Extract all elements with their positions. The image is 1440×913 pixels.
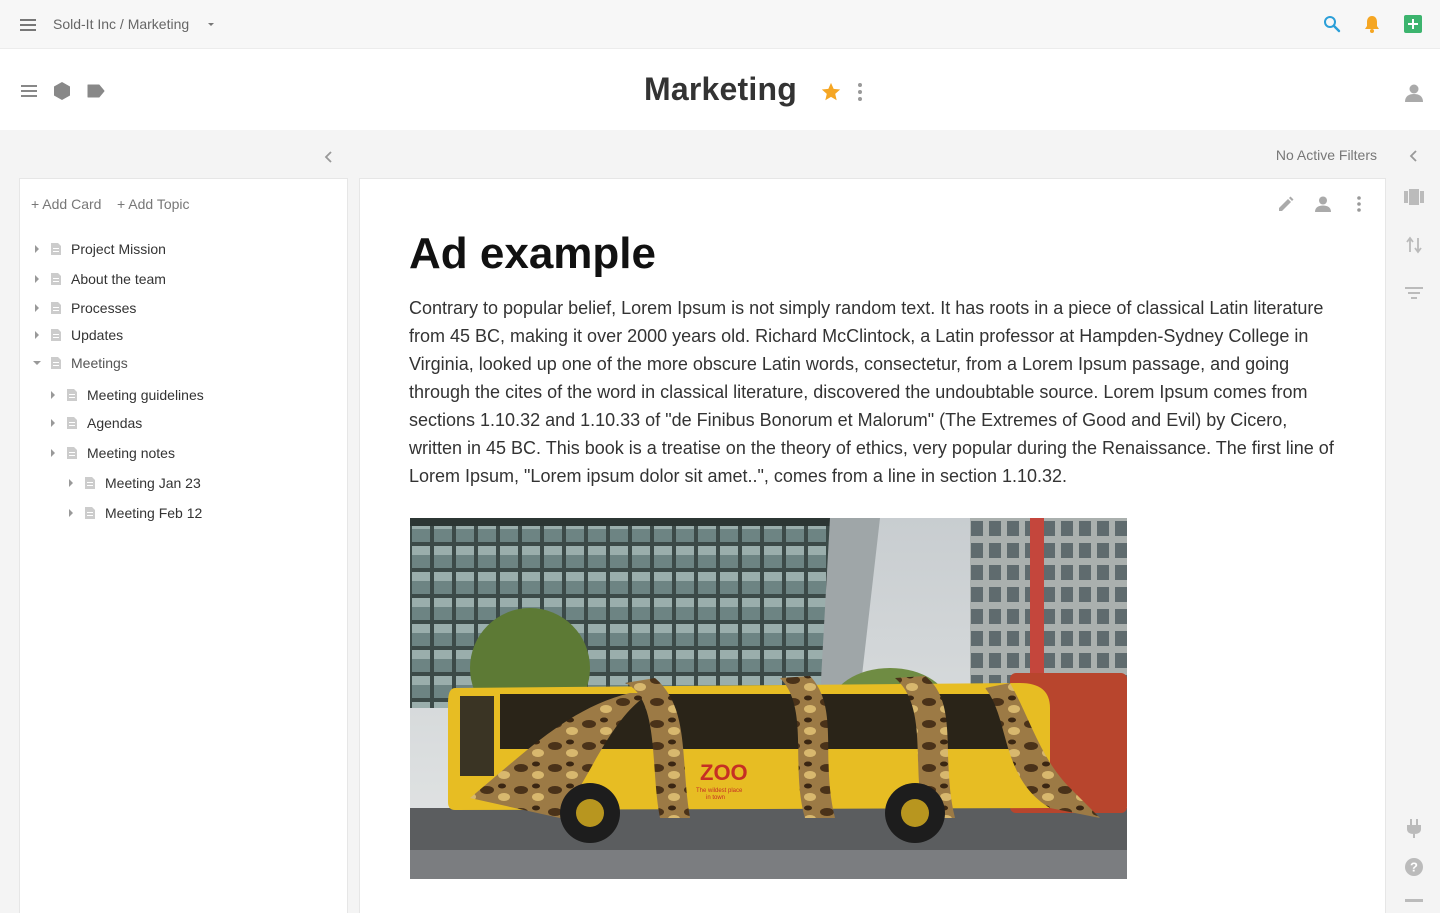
bell-icon[interactable] bbox=[1362, 14, 1382, 34]
tree-item-label: Meeting notes bbox=[87, 445, 175, 461]
collapse-arrow-icon[interactable] bbox=[32, 358, 42, 368]
tree-item-agendas[interactable]: Agendas bbox=[48, 411, 142, 435]
ad-image: ZOO The wildest place in town bbox=[410, 518, 1127, 879]
expand-arrow-icon[interactable] bbox=[32, 244, 42, 254]
top-bar: Sold-It Inc / Marketing bbox=[0, 0, 1440, 49]
filters-status[interactable]: No Active Filters bbox=[1210, 147, 1377, 163]
edit-icon[interactable] bbox=[1276, 194, 1296, 214]
title-bar: Marketing bbox=[0, 49, 1440, 130]
page-title: Marketing bbox=[644, 71, 797, 107]
tree-item-label: Agendas bbox=[87, 415, 143, 431]
chevron-left-icon[interactable] bbox=[1405, 147, 1423, 165]
document-icon bbox=[51, 357, 61, 369]
list-icon[interactable] bbox=[19, 81, 39, 101]
tree-item-label: Meeting guidelines bbox=[87, 387, 204, 403]
document-icon bbox=[51, 302, 61, 314]
breadcrumb[interactable]: Sold-It Inc / Marketing bbox=[53, 16, 189, 32]
view-carousel-icon[interactable] bbox=[1403, 186, 1425, 208]
plug-icon[interactable] bbox=[1403, 817, 1425, 839]
expand-arrow-icon[interactable] bbox=[32, 303, 42, 313]
document-icon bbox=[51, 243, 61, 255]
collapse-sidebar-icon[interactable] bbox=[320, 148, 338, 166]
topic-sidebar: + Add Card + Add Topic Project Mission A… bbox=[19, 178, 348, 913]
tree-item-meeting-notes[interactable]: Meeting notes bbox=[48, 441, 175, 465]
tree-item-label: Meeting Feb 12 bbox=[105, 505, 203, 521]
assign-user-icon[interactable] bbox=[1313, 194, 1333, 214]
more-vert-icon[interactable] bbox=[1349, 194, 1369, 214]
tree-item-label: Updates bbox=[71, 327, 124, 343]
tree-item-about-the-team[interactable]: About the team bbox=[32, 267, 166, 291]
card-content: Ad example Contrary to popular belief, L… bbox=[359, 178, 1386, 913]
expand-arrow-icon[interactable] bbox=[48, 390, 58, 400]
tree-item-label: About the team bbox=[71, 271, 166, 287]
document-icon bbox=[85, 507, 95, 519]
tree-item-meeting-feb-12[interactable]: Meeting Feb 12 bbox=[66, 501, 202, 525]
bus-ad-illustration: ZOO The wildest place in town bbox=[410, 518, 1127, 879]
expand-arrow-icon[interactable] bbox=[66, 508, 76, 518]
help-icon[interactable]: ? bbox=[1403, 856, 1425, 878]
document-icon bbox=[67, 447, 77, 459]
document-icon bbox=[85, 477, 95, 489]
document-icon bbox=[67, 417, 77, 429]
menu-icon[interactable] bbox=[18, 15, 38, 35]
tree-item-label: Meeting Jan 23 bbox=[105, 475, 201, 491]
add-topic-button[interactable]: + Add Topic bbox=[117, 196, 190, 212]
tree-item-meeting-guidelines[interactable]: Meeting guidelines bbox=[48, 383, 204, 407]
svg-text:?: ? bbox=[1410, 860, 1418, 875]
minus-icon[interactable] bbox=[1403, 890, 1425, 912]
sort-icon[interactable] bbox=[1403, 234, 1425, 256]
expand-arrow-icon[interactable] bbox=[48, 448, 58, 458]
tree-item-meeting-jan-23[interactable]: Meeting Jan 23 bbox=[66, 471, 201, 495]
tree-item-project-mission[interactable]: Project Mission bbox=[32, 237, 166, 261]
card-title: Ad example bbox=[409, 229, 656, 278]
tag-icon[interactable] bbox=[86, 81, 106, 101]
expand-arrow-icon[interactable] bbox=[32, 330, 42, 340]
zoo-logo-text: ZOO bbox=[700, 760, 748, 785]
expand-arrow-icon[interactable] bbox=[48, 418, 58, 428]
user-icon[interactable] bbox=[1402, 81, 1426, 105]
zoo-tagline-1: The wildest place bbox=[696, 788, 743, 794]
tree-item-label: Meetings bbox=[71, 355, 128, 371]
tree-item-meetings[interactable]: Meetings bbox=[32, 351, 128, 375]
expand-arrow-icon[interactable] bbox=[66, 478, 76, 488]
add-card-button[interactable]: + Add Card bbox=[31, 196, 101, 212]
tree-item-label: Project Mission bbox=[71, 241, 166, 257]
zoo-tagline-2: in town bbox=[706, 795, 725, 801]
tree-item-label: Processes bbox=[71, 300, 137, 316]
expand-arrow-icon[interactable] bbox=[32, 274, 42, 284]
card-body-text: Contrary to popular belief, Lorem Ipsum … bbox=[409, 298, 1334, 486]
star-icon[interactable] bbox=[820, 81, 842, 103]
document-icon bbox=[51, 329, 61, 341]
add-square-icon[interactable] bbox=[1403, 14, 1423, 34]
document-icon bbox=[67, 389, 77, 401]
filter-icon[interactable] bbox=[1403, 282, 1425, 304]
chevron-down-icon[interactable] bbox=[205, 18, 217, 30]
document-icon bbox=[51, 273, 61, 285]
tree-item-processes[interactable]: Processes bbox=[32, 296, 136, 320]
hexagon-icon[interactable] bbox=[52, 81, 72, 101]
tree-item-updates[interactable]: Updates bbox=[32, 323, 123, 347]
search-icon[interactable] bbox=[1322, 14, 1342, 34]
more-vert-icon[interactable] bbox=[850, 81, 870, 103]
